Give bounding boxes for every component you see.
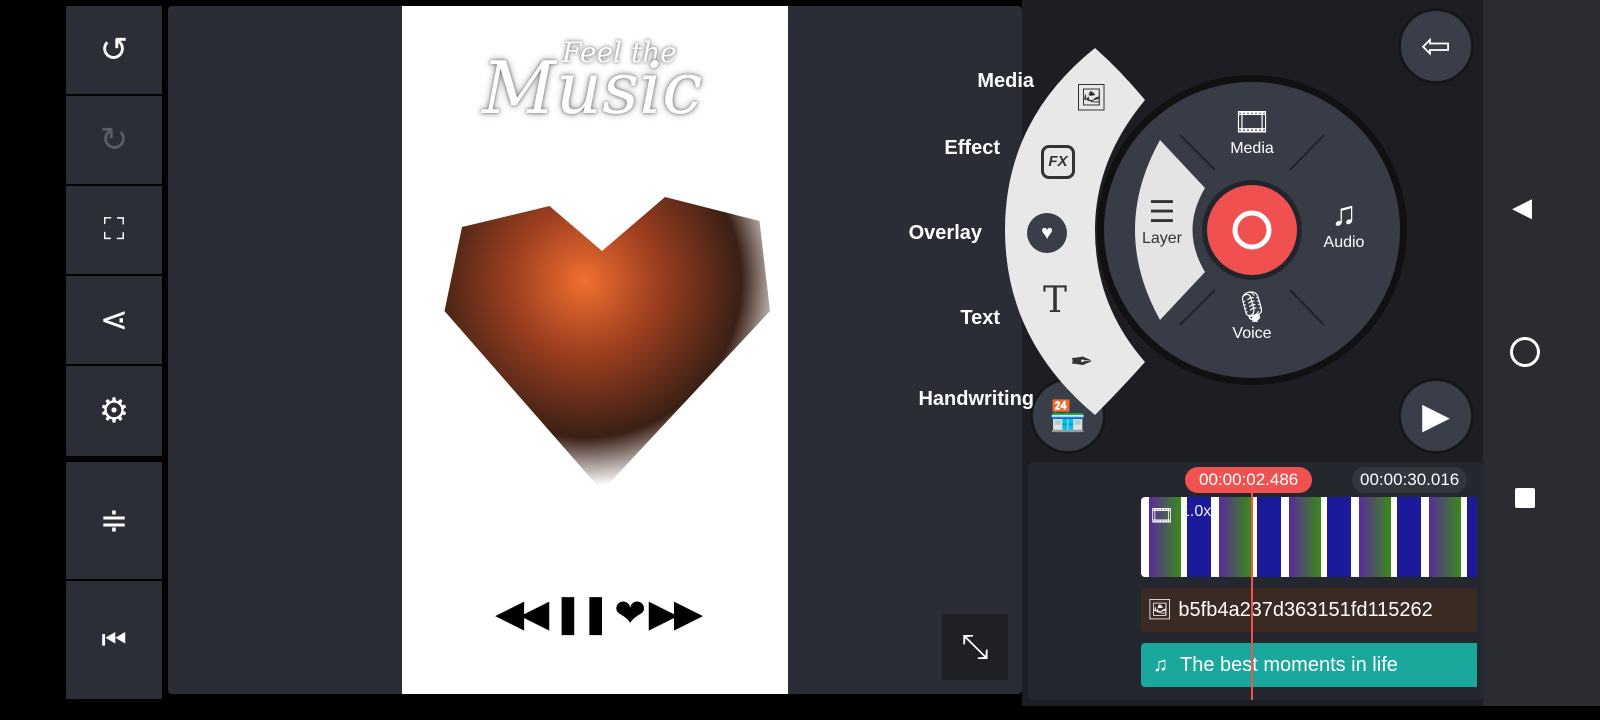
music-note-icon: ♫ [1153, 654, 1168, 676]
system-nav-bar [1483, 0, 1600, 706]
back-nav-icon[interactable]: ◀ [1512, 192, 1532, 223]
arc-label-media[interactable]: Media [930, 70, 1034, 93]
arc-label-text[interactable]: Text [900, 307, 1000, 330]
skip-start-button[interactable]: ⏮ [66, 581, 162, 699]
image-icon: 🖼 [1147, 599, 1173, 621]
arc-label-handwriting[interactable]: Handwriting [900, 388, 1034, 411]
arc-effect-icon[interactable]: FX [1041, 145, 1075, 179]
recents-nav-icon[interactable] [1515, 488, 1535, 508]
audio-name: The best moments in life [1180, 654, 1398, 676]
redo-button[interactable]: ↻ [66, 96, 162, 184]
wheel-layer-label: Layer [1141, 230, 1183, 247]
arc-overlay-icon[interactable]: ♥ [1027, 213, 1067, 253]
playhead[interactable] [1251, 492, 1253, 700]
speed-badge: 1.0x [1181, 503, 1212, 520]
music-note-icon: ♫ [1331, 195, 1357, 233]
collapse-button[interactable]: ⤡ [942, 614, 1008, 680]
settings-button[interactable]: ⚙ [66, 366, 162, 456]
wheel-voice-label: Voice [1232, 325, 1272, 342]
arc-media-icon[interactable]: 🖼 [1075, 82, 1108, 113]
wheel-audio-button[interactable]: ♫ Audio [1304, 195, 1384, 252]
fullscreen-button[interactable]: ⛶ [66, 186, 162, 274]
microphone-icon: 🎙 [1232, 291, 1272, 324]
wheel-media-button[interactable]: 🎞 Media [1212, 105, 1292, 158]
layers-icon: ☰ [1148, 196, 1176, 229]
home-nav-icon[interactable] [1510, 337, 1540, 367]
heart-photo [444, 197, 770, 491]
total-time: 00:00:30.016 [1352, 467, 1468, 493]
wheel-voice-button[interactable]: 🎙 Voice [1212, 290, 1292, 343]
video-track[interactable]: 🎞 1.0x [1141, 497, 1477, 577]
arc-label-effect[interactable]: Effect [900, 137, 1000, 160]
media-folder-icon: 🎞 [1232, 106, 1272, 139]
arc-handwriting-icon[interactable]: ✒ [1070, 345, 1093, 378]
wheel-audio-label: Audio [1323, 234, 1365, 251]
layer-track[interactable]: 🖼 b5fb4a237d363151fd115262 [1141, 588, 1477, 632]
title-big: Music [482, 46, 703, 130]
adjust-button[interactable]: ≑ [66, 462, 162, 579]
player-controls: ◀◀ ❚❚ ❤ ▶▶ [494, 593, 703, 635]
share-button[interactable]: ⋖ [66, 276, 162, 364]
undo-button[interactable]: ↺ [66, 6, 162, 94]
arc-text-icon[interactable]: T [1043, 280, 1067, 321]
film-icon: 🎞 [1149, 505, 1175, 527]
arc-label-overlay[interactable]: Overlay [880, 222, 982, 245]
video-preview[interactable]: Feel the Music ◀◀ ❚❚ ❤ ▶▶ [402, 6, 788, 694]
layer-name: b5fb4a237d363151fd115262 [1178, 599, 1433, 621]
current-time: 00:00:02.486 [1185, 467, 1313, 493]
wheel-layer-button[interactable]: ☰ Layer [1125, 195, 1199, 248]
record-button [1207, 185, 1297, 275]
wheel-media-label: Media [1230, 140, 1274, 157]
audio-track[interactable]: ♫ The best moments in life [1141, 643, 1477, 687]
